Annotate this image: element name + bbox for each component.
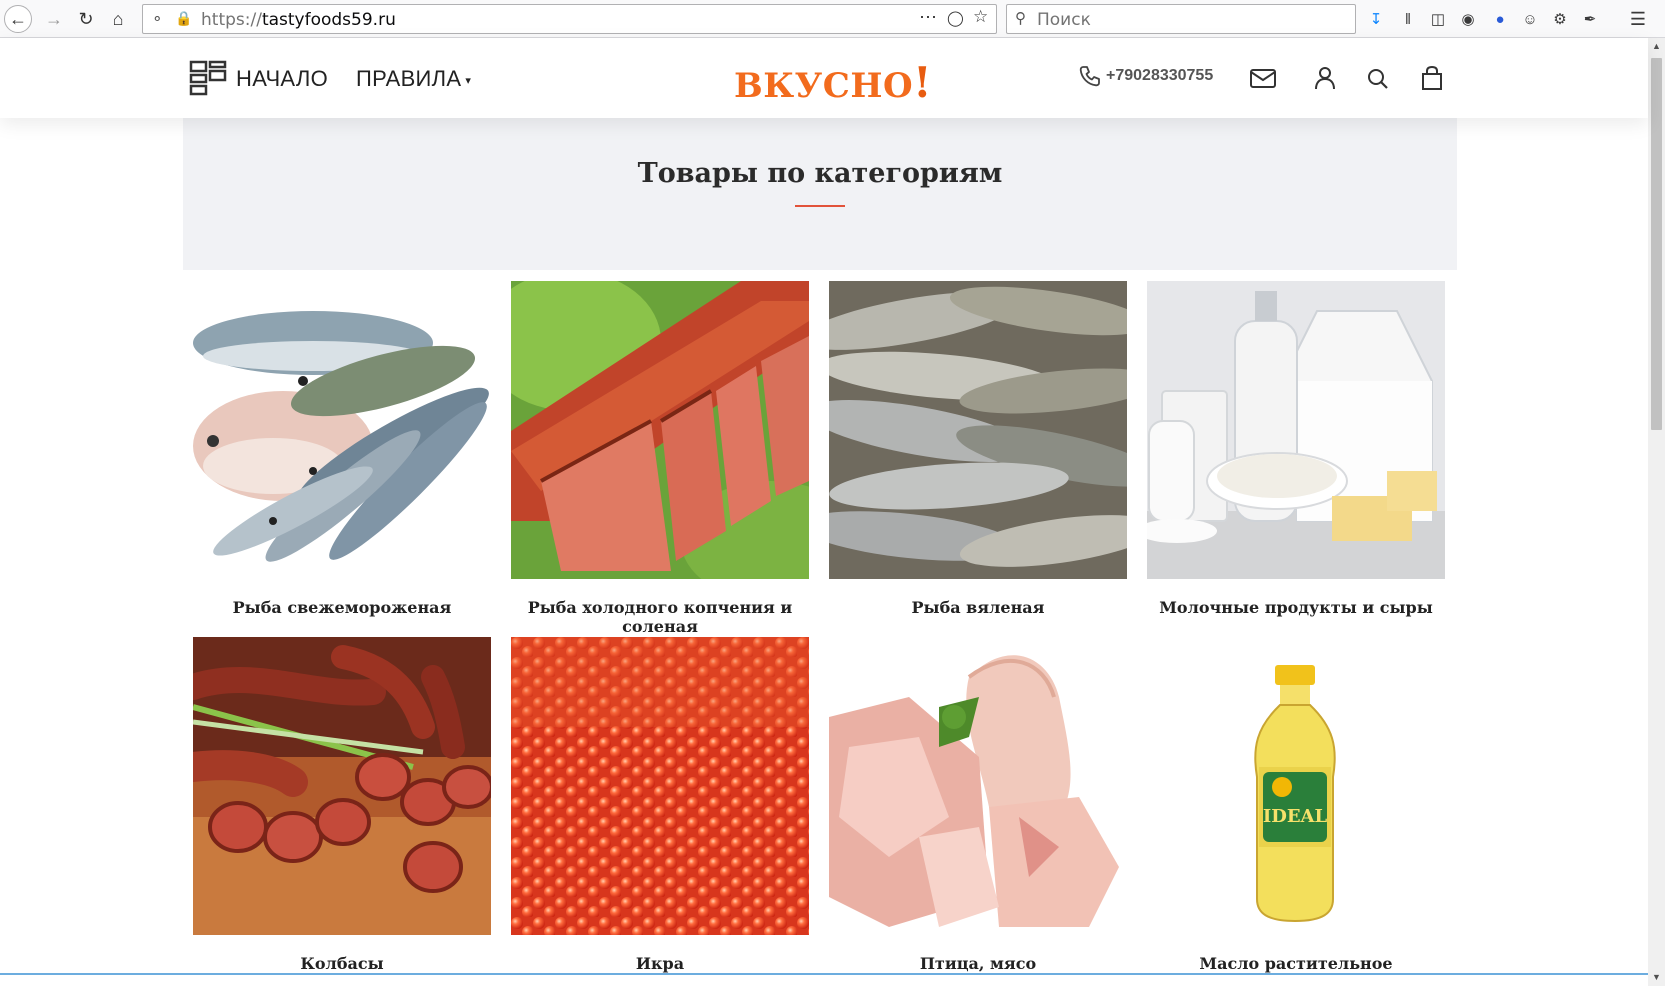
search-bar[interactable]: ⚲ Поиск	[1006, 4, 1356, 34]
hamburger-menu-icon[interactable]: ☰	[1628, 9, 1648, 29]
category-label[interactable]: Колбасы	[183, 954, 501, 973]
caret-down-icon: ▾	[465, 74, 472, 87]
reload-icon[interactable]: ↻	[72, 5, 100, 33]
caviar-image	[511, 637, 809, 935]
category-card-caviar[interactable]	[511, 637, 809, 935]
category-label[interactable]: Масло растительное	[1137, 954, 1455, 973]
category-label[interactable]: Птица, мясо	[819, 954, 1137, 973]
settings-gear-icon[interactable]: ⚙	[1550, 9, 1570, 29]
section-header: Товары по категориям	[183, 118, 1457, 270]
bookmark-star-icon[interactable]: ☆	[973, 7, 988, 27]
eyedropper-icon[interactable]: ✒	[1580, 9, 1600, 29]
category-card-dairy[interactable]	[1147, 281, 1445, 579]
smoked-salmon-image	[511, 281, 809, 579]
user-icon[interactable]	[1311, 65, 1339, 91]
scrollbar[interactable]: ▲ ▼	[1648, 38, 1665, 986]
section-title: Товары по категориям	[637, 158, 1003, 189]
globe-icon[interactable]: ●	[1490, 9, 1510, 29]
dairy-image	[1147, 281, 1445, 579]
phone-icon	[1079, 66, 1100, 87]
pocket-icon[interactable]: ◯	[947, 9, 964, 27]
scroll-up-arrow-icon[interactable]: ▲	[1648, 38, 1665, 55]
category-label[interactable]: Икра	[501, 954, 819, 973]
logo-exclamation: !	[913, 58, 932, 107]
back-icon[interactable]: ←	[4, 5, 32, 33]
phone-link[interactable]: +79028330755	[1078, 64, 1213, 88]
account-icon[interactable]: ☺	[1520, 9, 1540, 29]
nav-home-link[interactable]: НАЧАЛО	[236, 66, 328, 92]
library-icon[interactable]: ‖	[1398, 9, 1418, 29]
category-label[interactable]: Молочные продукты и сыры	[1137, 598, 1455, 617]
scroll-down-arrow-icon[interactable]: ▼	[1648, 969, 1665, 986]
vegetable-oil-image: IDEAL	[1147, 637, 1445, 935]
download-icon[interactable]: ↧	[1366, 9, 1386, 29]
category-card-vegetable-oil[interactable]: IDEAL	[1147, 637, 1445, 935]
lock-icon[interactable]: 🔒	[175, 10, 192, 27]
search-placeholder: Поиск	[1037, 10, 1091, 30]
menu-grid-icon[interactable]	[189, 60, 227, 96]
category-card-smoked-fish[interactable]	[511, 281, 809, 579]
phone-number: +79028330755	[1106, 67, 1214, 84]
dried-fish-image	[829, 281, 1127, 579]
category-card-frozen-fish[interactable]	[193, 281, 491, 579]
category-label[interactable]: Рыба вяленая	[819, 598, 1137, 617]
logo-text: ВКУСНО	[734, 66, 914, 106]
site-header: НАЧАЛО ПРАВИЛА ▾ ВКУСНО! +79028330755	[0, 38, 1648, 118]
home-icon[interactable]: ⌂	[104, 5, 132, 33]
more-icon[interactable]: ⋯	[919, 7, 937, 28]
category-label[interactable]: Рыба холодного копчения и соленая	[501, 598, 819, 636]
sidebar-icon[interactable]: ◫	[1428, 9, 1448, 29]
category-card-sausages[interactable]	[193, 637, 491, 935]
category-card-dried-fish[interactable]	[829, 281, 1127, 579]
shield-icon[interactable]: ⚬	[151, 10, 164, 28]
url-bar[interactable]: ⚬ 🔒 https://tastyfoods59.ru ⋯ ◯ ☆	[142, 4, 997, 34]
browser-toolbar: ← → ↻ ⌂ ⚬ 🔒 https://tastyfoods59.ru ⋯ ◯ …	[0, 0, 1665, 38]
site-logo[interactable]: ВКУСНО!	[734, 58, 932, 107]
category-label[interactable]: Рыба свежемороженая	[183, 598, 501, 617]
sausages-image	[193, 637, 491, 935]
poultry-meat-image	[829, 637, 1127, 935]
frozen-fish-image	[193, 281, 491, 579]
bottom-border	[0, 973, 1648, 975]
nav-rules-link[interactable]: ПРАВИЛА ▾	[356, 66, 471, 92]
extension-icon[interactable]: ◉	[1458, 9, 1478, 29]
oil-brand-text: IDEAL	[1263, 806, 1328, 827]
mail-icon[interactable]	[1249, 65, 1277, 91]
forward-icon[interactable]: →	[40, 5, 68, 33]
category-card-poultry-meat[interactable]	[829, 637, 1127, 935]
title-underline	[795, 205, 845, 207]
scrollbar-thumb[interactable]	[1651, 58, 1662, 430]
search-icon: ⚲	[1015, 10, 1026, 27]
url-text[interactable]: https://tastyfoods59.ru	[201, 10, 396, 30]
nav-rules-label: ПРАВИЛА	[356, 66, 462, 91]
shopping-bag-icon[interactable]	[1418, 65, 1446, 91]
search-icon[interactable]	[1364, 65, 1392, 91]
